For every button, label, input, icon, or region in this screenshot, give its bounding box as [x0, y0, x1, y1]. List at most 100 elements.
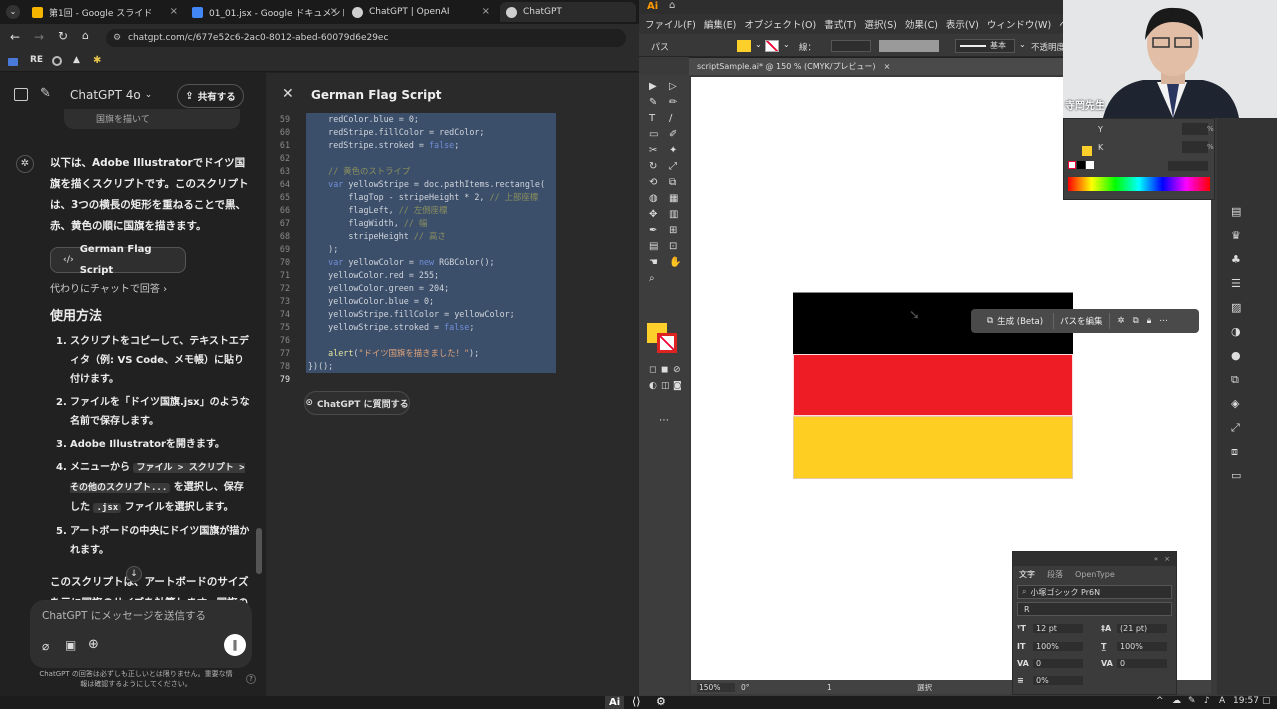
color-spectrum[interactable]: [1068, 177, 1210, 191]
baseline-field[interactable]: ≡ 0%: [1017, 676, 1083, 685]
toolbox-icon[interactable]: ▣: [65, 638, 76, 652]
drawing-mode-icon[interactable]: ◙: [673, 381, 682, 391]
menu-item[interactable]: 書式(T): [824, 17, 856, 31]
scroll-down-arrow-icon[interactable]: ↓: [126, 566, 142, 582]
bookmark-triangle-icon[interactable]: ▲: [73, 55, 80, 65]
menu-item[interactable]: オブジェクト(O): [744, 17, 816, 31]
ai-home-icon[interactable]: ⌂: [669, 0, 675, 11]
tool-icon[interactable]: /: [669, 113, 672, 124]
message-input[interactable]: ChatGPT にメッセージを送信する: [42, 608, 206, 623]
tool-icon[interactable]: ✂: [649, 145, 657, 156]
menu-item[interactable]: 編集(E): [704, 17, 736, 31]
fill-swatch[interactable]: [1082, 146, 1092, 156]
tab-character[interactable]: 文字: [1013, 569, 1041, 580]
dock-panel-icon[interactable]: ◑: [1231, 325, 1241, 338]
home-icon[interactable]: ⌂: [82, 29, 89, 42]
code-editor[interactable]: 59 redColor.blue = 0; 60 redStripe.fillCo…: [266, 113, 639, 393]
tool-icon[interactable]: ✋: [669, 257, 681, 268]
dock-panel-icon[interactable]: ♛: [1231, 229, 1241, 242]
drawing-mode-icon[interactable]: ⊘: [673, 365, 681, 375]
dock-panel-icon[interactable]: ▤: [1231, 205, 1241, 218]
close-icon[interactable]: ×: [330, 6, 338, 17]
tab-google-docs[interactable]: 01_01.jsx - Google ドキュメント ×: [186, 2, 344, 22]
chevron-down-icon[interactable]: ⌄: [1019, 40, 1026, 49]
yellow-channel-field[interactable]: [1182, 123, 1208, 135]
menu-item[interactable]: ウィンドウ(W): [987, 17, 1051, 31]
more-icon[interactable]: ⋯: [1159, 316, 1168, 326]
tray-speaker-icon[interactable]: ♪: [1204, 696, 1210, 706]
tab-paragraph[interactable]: 段落: [1041, 569, 1069, 580]
tool-icon[interactable]: ▥: [669, 209, 678, 220]
tab-list-button[interactable]: ⌄: [6, 5, 20, 19]
reload-icon[interactable]: ↻: [58, 29, 68, 43]
tab-chatgpt[interactable]: ChatGPT: [500, 2, 636, 22]
tool-icon[interactable]: ⊡: [669, 241, 677, 252]
tool-icon[interactable]: ↻: [649, 161, 657, 172]
sidebar-toggle-icon[interactable]: [14, 88, 28, 101]
tab-chatgpt-openai[interactable]: ChatGPT | OpenAI ×: [346, 2, 496, 22]
voice-mode-button[interactable]: ‖: [224, 634, 246, 656]
tool-icon[interactable]: ◍: [649, 193, 658, 204]
script-canvas-button[interactable]: ‹/› German Flag Script: [50, 244, 186, 276]
model-selector[interactable]: ChatGPT 4o ⌄: [70, 88, 152, 102]
tool-icon[interactable]: ▭: [649, 129, 658, 140]
close-icon[interactable]: ×: [170, 6, 178, 17]
tool-icon[interactable]: ⊞: [669, 225, 677, 236]
bookmark-star-icon[interactable]: ✱: [93, 55, 101, 66]
drawing-mode-icon[interactable]: ◻: [649, 365, 656, 375]
leading-field[interactable]: ‡A (21 pt): [1101, 624, 1167, 633]
tool-icon[interactable]: ✒: [649, 225, 657, 236]
lock-icon[interactable]: 🔒︎: [1147, 316, 1152, 326]
clock[interactable]: 19:57: [1233, 696, 1259, 706]
taskbar-vscode-icon[interactable]: ⟨⟩: [632, 695, 641, 708]
white-swatch[interactable]: [1086, 161, 1094, 169]
notification-icon[interactable]: ▢: [1262, 696, 1271, 706]
tool-icon[interactable]: ✥: [649, 209, 657, 220]
flag-stripe-red[interactable]: [793, 354, 1073, 416]
tool-icon[interactable]: ⟲: [649, 177, 657, 188]
drawing-mode-icon[interactable]: ◼: [661, 365, 668, 375]
ask-chatgpt-button[interactable]: ⊙ ChatGPT に質問する: [304, 391, 410, 415]
tool-icon[interactable]: ⤢: [669, 161, 677, 172]
tool-icon[interactable]: ✐: [669, 129, 677, 140]
alternate-reply-link[interactable]: 代わりにチャットで回答 ›: [50, 279, 250, 300]
tool-icon[interactable]: ▤: [649, 241, 658, 252]
dock-panel-icon[interactable]: ▨: [1231, 301, 1241, 314]
tool-icon[interactable]: T: [649, 113, 655, 124]
tool-icon[interactable]: ▶: [649, 81, 657, 92]
dock-panel-icon[interactable]: ⤢: [1231, 421, 1240, 435]
share-button[interactable]: ⇪ 共有する: [177, 84, 244, 108]
bookmark-re[interactable]: RE: [30, 55, 43, 65]
close-icon[interactable]: ✕: [282, 86, 294, 102]
tool-icon[interactable]: ▷: [669, 81, 677, 92]
none-swatch[interactable]: [1068, 161, 1076, 169]
url-field[interactable]: ⚙ chatgpt.com/c/677e52c6-2ac0-8012-abed-…: [106, 29, 626, 47]
close-icon[interactable]: ×: [1164, 555, 1170, 563]
dock-panel-icon[interactable]: ◈: [1231, 397, 1239, 410]
horizontal-scale-field[interactable]: T̲ 100%: [1101, 642, 1167, 651]
back-arrow-icon[interactable]: ←: [10, 30, 20, 44]
tool-icon[interactable]: ✎: [649, 97, 657, 108]
dock-panel-icon[interactable]: ♣: [1231, 253, 1241, 266]
dock-panel-icon[interactable]: ▭: [1231, 469, 1241, 482]
collapse-icon[interactable]: «: [1154, 555, 1158, 563]
help-button[interactable]: ?: [246, 674, 256, 684]
tab-google-slides[interactable]: 第1回 - Google スライド ×: [26, 2, 184, 22]
tool-icon[interactable]: ☚: [649, 257, 658, 268]
chevron-down-icon[interactable]: ⌄: [783, 40, 790, 49]
generate-button[interactable]: ⧉ 生成 (Beta): [987, 315, 1043, 327]
dock-panel-icon[interactable]: ⧉: [1231, 373, 1239, 387]
tab-opentype[interactable]: OpenType: [1069, 570, 1121, 579]
variable-width-field[interactable]: [879, 40, 939, 52]
new-chat-icon[interactable]: ✎: [40, 86, 51, 101]
zoom-field[interactable]: 150%: [697, 682, 735, 692]
tool-icon[interactable]: ▦: [669, 193, 678, 204]
more-tools-icon[interactable]: ⋯: [659, 415, 669, 426]
tracking-field[interactable]: VA 0: [1101, 659, 1167, 668]
edit-path-button[interactable]: パスを編集: [1053, 313, 1110, 329]
flag-stripe-yellow[interactable]: [793, 416, 1073, 479]
taskbar-illustrator-icon[interactable]: Ai: [605, 696, 625, 709]
font-family-field[interactable]: ⌕ 小塚ゴシック Pr6N: [1017, 585, 1172, 599]
dock-panel-icon[interactable]: ☰: [1231, 277, 1241, 290]
stroke-color-box[interactable]: [657, 333, 677, 353]
